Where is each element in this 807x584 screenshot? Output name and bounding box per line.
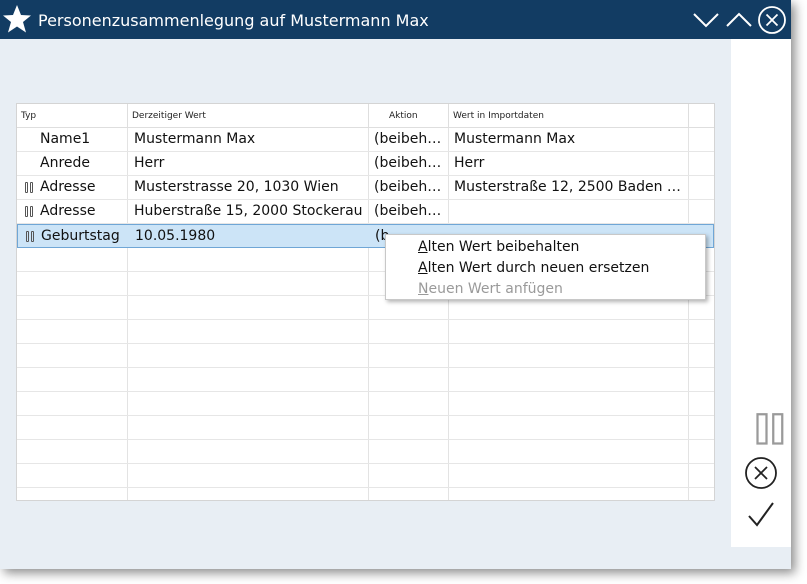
context-menu: Alten Wert beibehalten Alten Wert durch … <box>385 234 706 300</box>
cell-current-value: Huberstraße 15, 2000 Stockerau <box>134 203 363 219</box>
table-row[interactable]: Adresse Musterstrasse 20, 1030 Wien (beibe… <box>17 176 714 200</box>
cell-typ: Anrede <box>40 155 91 171</box>
table-header: Typ Derzeitiger Wert Aktion Wert in Impo… <box>17 104 714 128</box>
chevron-down-icon[interactable] <box>691 5 721 35</box>
table-row[interactable]: Anrede Herr (beibeh… Herr <box>17 152 714 176</box>
checkmark-icon[interactable] <box>743 497 779 533</box>
drag-handle-icon[interactable] <box>25 206 34 217</box>
cell-typ: Adresse <box>40 179 96 195</box>
empty-table-row <box>17 392 714 416</box>
menu-item-append-new-value: Neuen Wert anfügen <box>418 281 563 297</box>
column-header-current-value[interactable]: Derzeitiger Wert <box>128 104 369 128</box>
title-bar: Personenzusammenlegung auf Mustermann Ma… <box>0 0 791 39</box>
grip-icon[interactable] <box>753 412 784 445</box>
column-header-action[interactable]: Aktion <box>369 104 449 128</box>
close-circle-icon[interactable] <box>757 5 787 35</box>
cell-current-value: 10.05.1980 <box>135 228 216 244</box>
cell-typ: Geburtstag <box>41 228 120 244</box>
cell-import-value: Herr <box>454 155 485 171</box>
empty-table-row <box>17 320 714 344</box>
drag-handle-icon[interactable] <box>25 182 34 193</box>
column-header-spacer <box>689 104 714 128</box>
menu-item-replace-old-value[interactable]: Alten Wert durch neuen ersetzen <box>418 258 649 279</box>
cell-action: (beibeh… <box>374 179 442 195</box>
empty-table-row <box>17 416 714 440</box>
cell-typ: Adresse <box>40 203 96 219</box>
merge-table: Typ Derzeitiger Wert Aktion Wert in Impo… <box>16 103 715 501</box>
merge-dialog-window: Personenzusammenlegung auf Mustermann Ma… <box>0 0 791 569</box>
cell-action: (beibeh… <box>374 131 442 147</box>
cell-import-value <box>454 200 686 223</box>
empty-table-row <box>17 488 714 500</box>
table-row[interactable]: Adresse Huberstraße 15, 2000 Stockerau (be… <box>17 200 714 224</box>
drag-handle-icon[interactable] <box>26 231 35 242</box>
cell-current-value: Herr <box>134 155 165 171</box>
star-icon <box>2 4 32 34</box>
empty-table-row <box>17 368 714 392</box>
cell-typ: Name1 <box>40 131 91 147</box>
window-title: Personenzusammenlegung auf Mustermann Ma… <box>38 11 429 30</box>
empty-table-row <box>17 344 714 368</box>
column-header-import-value[interactable]: Wert in Importdaten <box>449 104 689 128</box>
table-row[interactable]: Name1 Mustermann Max (beibeh… Mustermann Ma… <box>17 128 714 152</box>
action-panel <box>731 39 791 547</box>
cell-action: (beibeh… <box>374 203 442 219</box>
menu-item-keep-old-value[interactable]: Alten Wert beibehalten <box>418 237 579 258</box>
column-header-typ[interactable]: Typ <box>17 104 128 128</box>
chevron-up-icon[interactable] <box>724 5 754 35</box>
cell-action: (beibeh… <box>374 155 442 171</box>
cancel-circle-icon[interactable] <box>743 455 779 491</box>
cell-current-value: Mustermann Max <box>134 131 256 147</box>
cell-current-value: Musterstrasse 20, 1030 Wien <box>134 179 339 195</box>
cell-import-value: Musterstraße 12, 2500 Baden … <box>454 179 681 195</box>
cell-import-value: Mustermann Max <box>454 131 576 147</box>
empty-table-row <box>17 464 714 488</box>
empty-table-row <box>17 440 714 464</box>
